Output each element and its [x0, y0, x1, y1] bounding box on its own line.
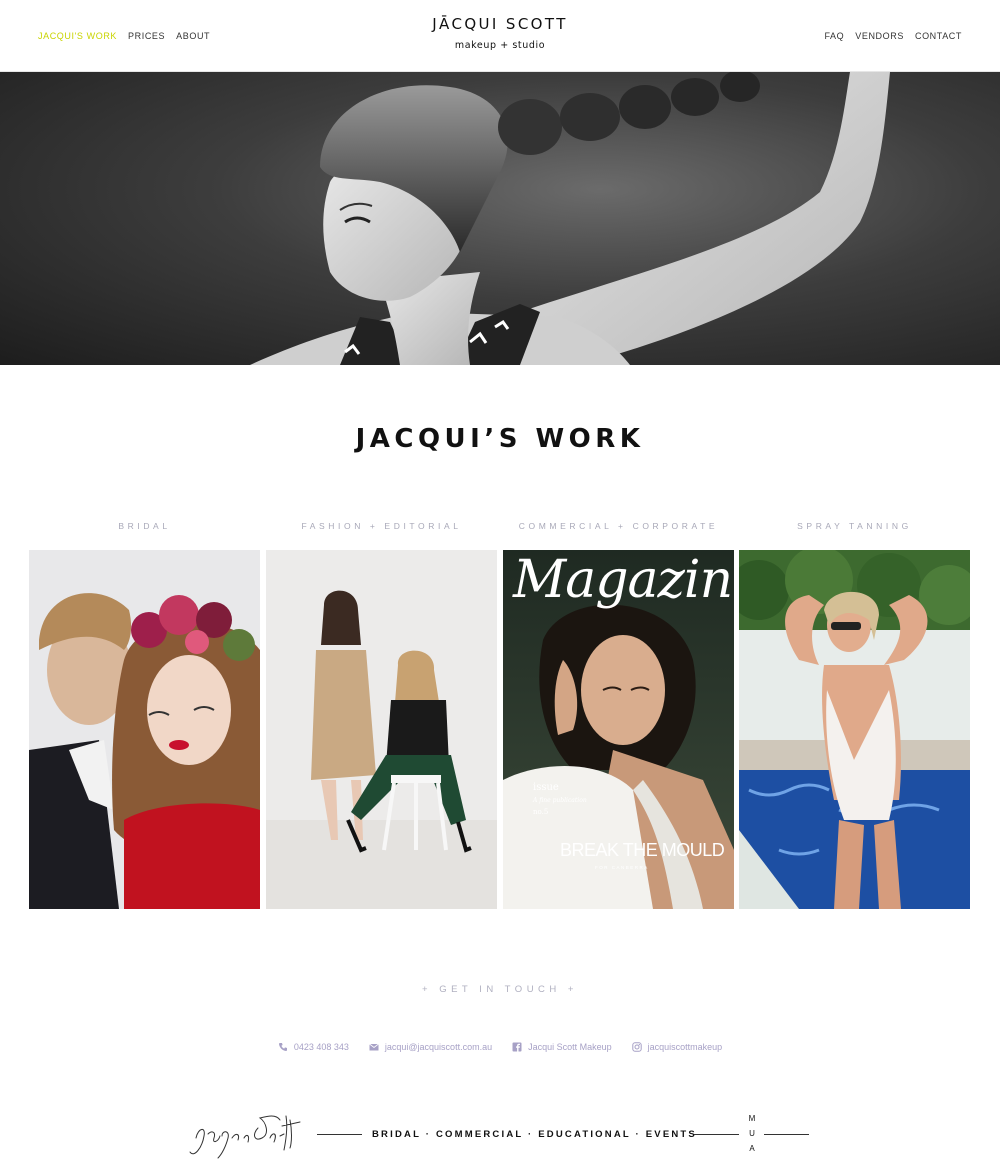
- gallery-tile-spray-tanning[interactable]: [739, 550, 970, 909]
- phone-icon: [278, 1043, 287, 1051]
- footer-divider-right: [764, 1134, 809, 1135]
- phone-number: 0423 408 343: [293, 1042, 349, 1052]
- magazine-headline: BREAK THE MOULD: [560, 840, 725, 860]
- contact-phone[interactable]: 0423 408 343: [278, 1042, 349, 1052]
- category-label-fashion-editorial[interactable]: FASHION + EDITORIAL: [266, 521, 497, 531]
- hero-photo: [250, 72, 890, 365]
- mua-letter-a: A: [749, 1144, 755, 1153]
- gallery-tile-bridal[interactable]: [29, 550, 260, 909]
- footer-mua: M U A: [747, 1111, 757, 1156]
- email-address: jacqui@jacquiscott.com.au: [384, 1042, 493, 1052]
- hero-image: [0, 72, 1000, 365]
- instagram-handle: jacquiscottmakeup: [647, 1042, 723, 1052]
- contact-list: 0423 408 343 jacqui@jacquiscott.com.au J…: [0, 1042, 1000, 1052]
- category-label-bridal[interactable]: BRIDAL: [29, 521, 260, 531]
- footer-services: BRIDAL · COMMERCIAL · EDUCATIONAL · EVEN…: [372, 1129, 697, 1140]
- category-label-spray-tanning[interactable]: SPRAY TANNING: [739, 521, 970, 531]
- category-label-commercial-corporate[interactable]: COMMERCIAL + CORPORATE: [503, 521, 734, 531]
- magazine-title: Magazine: [513, 550, 734, 610]
- magazine-issue-sub: A fine publication: [533, 797, 587, 804]
- site-header: JACQUI'S WORK PRICES ABOUT JĀCQUI SCOTT …: [0, 0, 1000, 72]
- nav-right: FAQ VENDORS CONTACT: [824, 31, 962, 41]
- contact-instagram[interactable]: jacquiscottmakeup: [631, 1042, 723, 1052]
- instagram-icon: [631, 1042, 642, 1052]
- mua-letter-u: U: [749, 1129, 755, 1138]
- magazine-issue-number: no.5: [533, 808, 549, 816]
- facebook-icon: [512, 1042, 522, 1052]
- magazine-issue: issue: [533, 782, 559, 793]
- footer-divider-middle: [694, 1134, 739, 1135]
- nav-link-vendors[interactable]: VENDORS: [855, 31, 904, 41]
- facebook-name: Jacqui Scott Makeup: [528, 1042, 612, 1052]
- fashion-photo: [266, 550, 497, 909]
- contact-email[interactable]: jacqui@jacquiscott.com.au: [369, 1042, 492, 1052]
- nav-link-contact[interactable]: CONTACT: [915, 31, 962, 41]
- envelope-icon: [369, 1043, 379, 1051]
- section-title: JACQUI’S WORK: [355, 424, 645, 454]
- signature-logo: [189, 1115, 301, 1159]
- footer-divider-left: [317, 1134, 362, 1135]
- brand-tagline: makeup + studio: [454, 40, 546, 51]
- magazine-subline: FOR CANBERRA: [595, 865, 649, 870]
- gallery-tile-commercial-corporate[interactable]: Magazine issue A fine publication no.5 B…: [503, 550, 734, 909]
- get-in-touch-heading: + GET IN TOUCH +: [422, 984, 578, 995]
- spray-tanning-photo: [739, 550, 970, 909]
- bridal-photo: [29, 550, 260, 909]
- mua-letter-m: M: [748, 1114, 756, 1123]
- nav-link-faq[interactable]: FAQ: [824, 31, 844, 41]
- contact-facebook[interactable]: Jacqui Scott Makeup: [512, 1042, 612, 1052]
- gallery-tile-fashion-editorial[interactable]: [266, 550, 497, 909]
